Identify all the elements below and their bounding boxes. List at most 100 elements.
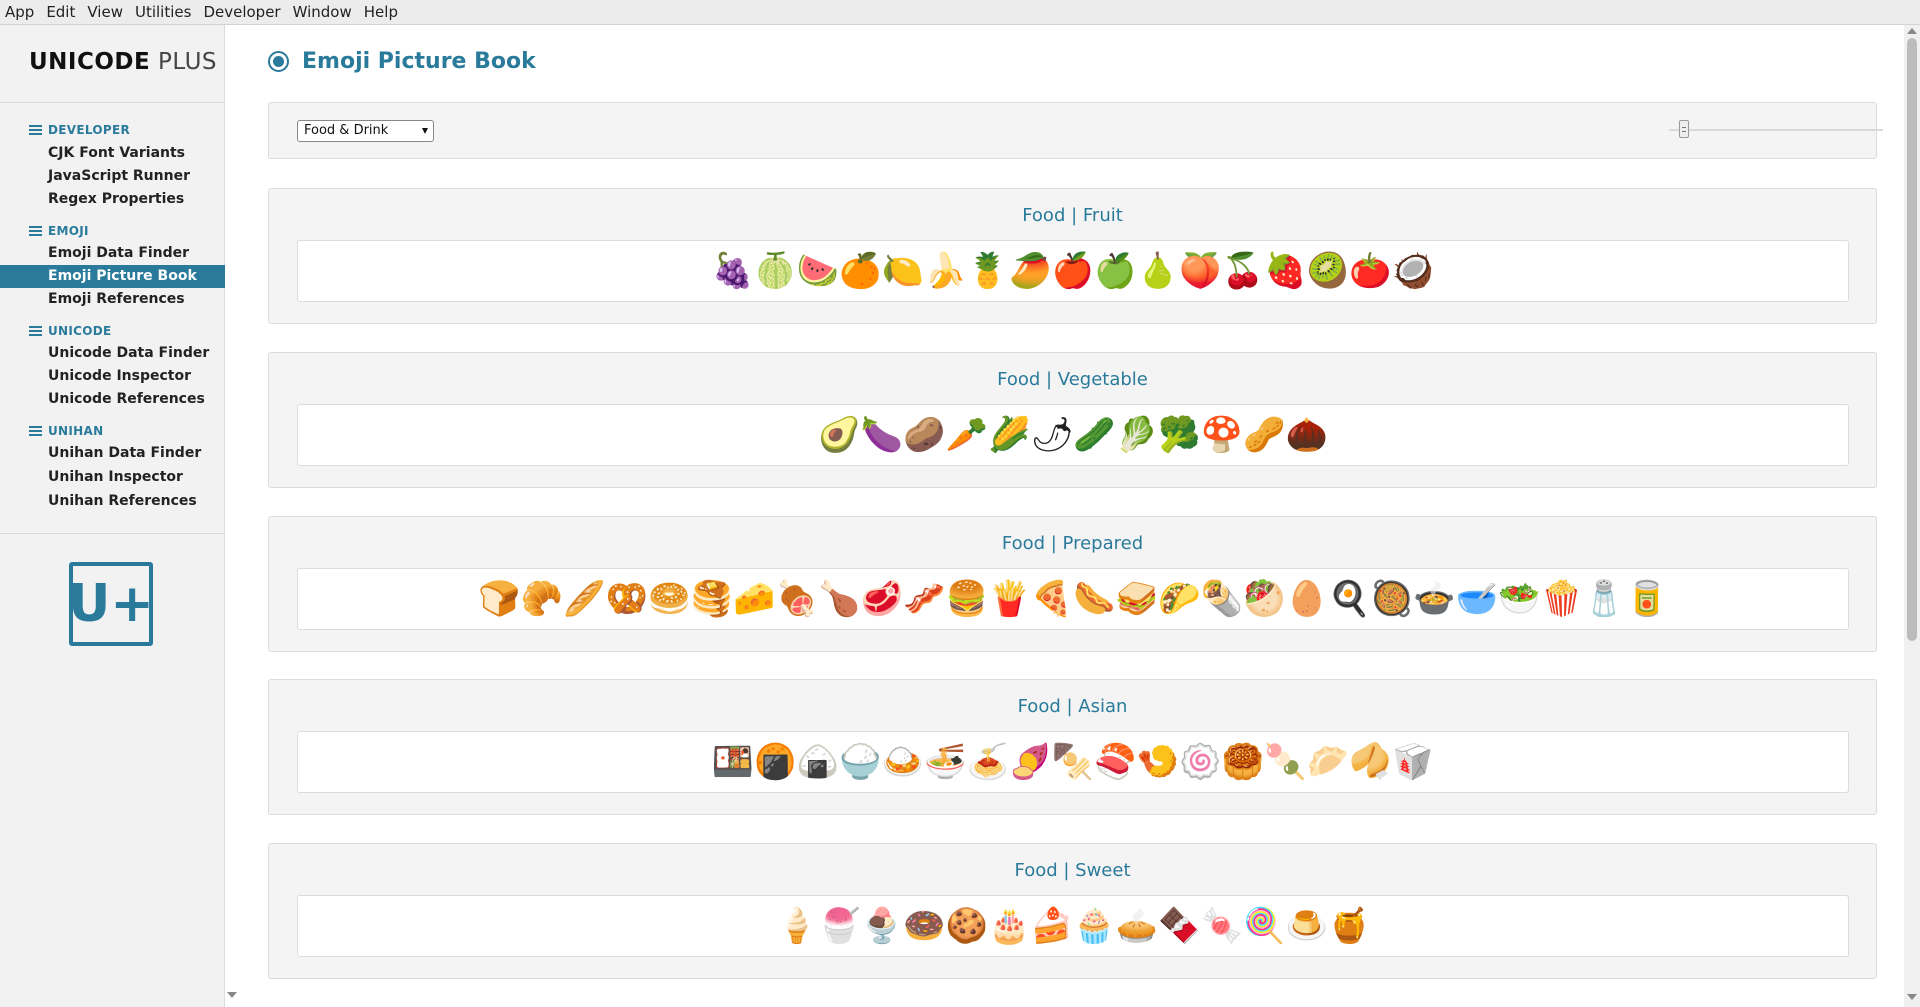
emoji-item[interactable]: 🍘: [754, 742, 797, 782]
emoji-item[interactable]: 🥦: [1158, 415, 1201, 455]
section-emoji[interactable]: EMOJI: [29, 223, 89, 239]
sidebar-item-javascript-runner[interactable]: JavaScript Runner: [0, 165, 225, 188]
emoji-item[interactable]: 🍑: [1179, 251, 1222, 291]
emoji-item[interactable]: 🥘: [1371, 579, 1414, 619]
emoji-item[interactable]: 🍅: [1349, 251, 1392, 291]
emoji-item[interactable]: 🥥: [1392, 251, 1435, 291]
emoji-item[interactable]: 🍿: [1541, 579, 1584, 619]
emoji-item[interactable]: 🥞: [691, 579, 734, 619]
sidebar-item-unihan-references[interactable]: Unihan References: [0, 490, 225, 513]
emoji-item[interactable]: 🍋: [882, 251, 925, 291]
emoji-item[interactable]: 🍟: [988, 579, 1031, 619]
emoji-item[interactable]: 🌰: [1286, 415, 1329, 455]
emoji-item[interactable]: 🍕: [1031, 579, 1074, 619]
emoji-item[interactable]: 🎂: [988, 906, 1031, 946]
emoji-item[interactable]: 🌽: [988, 415, 1031, 455]
sidebar-item-cjk-font-variants[interactable]: CJK Font Variants: [0, 142, 225, 165]
section-unicode[interactable]: UNICODE: [29, 323, 112, 339]
emoji-item[interactable]: 🥒: [1073, 415, 1116, 455]
emoji-item[interactable]: 🥕: [946, 415, 989, 455]
emoji-item[interactable]: 🥙: [1243, 579, 1286, 619]
emoji-item[interactable]: 🍚: [839, 742, 882, 782]
emoji-item[interactable]: 🍐: [1137, 251, 1180, 291]
emoji-item[interactable]: 🍓: [1264, 251, 1307, 291]
emoji-item[interactable]: 🥯: [648, 579, 691, 619]
category-select[interactable]: Food & Drink: [297, 120, 434, 142]
emoji-item[interactable]: 🍜: [924, 742, 967, 782]
emoji-item[interactable]: 🍨: [861, 906, 904, 946]
emoji-item[interactable]: 🥗: [1498, 579, 1541, 619]
emoji-item[interactable]: 🍒: [1222, 251, 1265, 291]
emoji-item[interactable]: 🍦: [776, 906, 819, 946]
menu-utilities[interactable]: Utilities: [129, 0, 197, 25]
emoji-item[interactable]: 🧁: [1073, 906, 1116, 946]
emoji-item[interactable]: 🍡: [1264, 742, 1307, 782]
sidebar-item-unicode-inspector[interactable]: Unicode Inspector: [0, 365, 225, 388]
main-scrollbar[interactable]: [1904, 25, 1920, 1007]
slider-thumb[interactable]: [1679, 120, 1690, 138]
emoji-item[interactable]: 🥚: [1286, 579, 1329, 619]
emoji-item[interactable]: 🥖: [563, 579, 606, 619]
emoji-item[interactable]: 🍳: [1328, 579, 1371, 619]
section-developer[interactable]: DEVELOPER: [29, 122, 130, 138]
emoji-item[interactable]: 🍄: [1201, 415, 1244, 455]
emoji-item[interactable]: 🥩: [861, 579, 904, 619]
emoji-item[interactable]: 🌶: [1031, 415, 1074, 455]
emoji-item[interactable]: 🥪: [1116, 579, 1159, 619]
emoji-item[interactable]: 🍛: [882, 742, 925, 782]
emoji-item[interactable]: 🥠: [1349, 742, 1392, 782]
emoji-item[interactable]: 🌯: [1201, 579, 1244, 619]
emoji-item[interactable]: 🥧: [1116, 906, 1159, 946]
emoji-item[interactable]: 🍈: [754, 251, 797, 291]
emoji-item[interactable]: 🍬: [1201, 906, 1244, 946]
menu-edit[interactable]: Edit: [40, 0, 81, 25]
emoji-item[interactable]: 🍯: [1328, 906, 1371, 946]
emoji-item[interactable]: 🍙: [797, 742, 840, 782]
section-unihan[interactable]: UNIHAN: [29, 423, 103, 439]
emoji-item[interactable]: 🍇: [712, 251, 755, 291]
emoji-item[interactable]: 🍤: [1137, 742, 1180, 782]
emoji-item[interactable]: 🥑: [818, 415, 861, 455]
scroll-up-icon[interactable]: [1907, 28, 1917, 34]
emoji-item[interactable]: 🧂: [1583, 579, 1626, 619]
emoji-item[interactable]: 🌭: [1073, 579, 1116, 619]
emoji-item[interactable]: 🥔: [903, 415, 946, 455]
emoji-item[interactable]: 🍊: [839, 251, 882, 291]
emoji-item[interactable]: 🍩: [903, 906, 946, 946]
emoji-item[interactable]: 🥓: [903, 579, 946, 619]
sidebar-item-emoji-references[interactable]: Emoji References: [0, 288, 225, 311]
emoji-item[interactable]: 🍉: [797, 251, 840, 291]
emoji-item[interactable]: 🍱: [712, 742, 755, 782]
emoji-item[interactable]: 🧀: [733, 579, 776, 619]
emoji-item[interactable]: 🍧: [818, 906, 861, 946]
sidebar-item-unihan-data-finder[interactable]: Unihan Data Finder: [0, 442, 225, 465]
emoji-item[interactable]: 🥣: [1456, 579, 1499, 619]
emoji-item[interactable]: 🍢: [1052, 742, 1095, 782]
emoji-item[interactable]: 🥐: [521, 579, 564, 619]
emoji-item[interactable]: 🥝: [1307, 251, 1350, 291]
sidebar-item-unicode-data-finder[interactable]: Unicode Data Finder: [0, 342, 225, 365]
sidebar-item-emoji-picture-book[interactable]: Emoji Picture Book: [0, 265, 225, 288]
emoji-item[interactable]: 🍏: [1094, 251, 1137, 291]
sidebar-item-emoji-data-finder[interactable]: Emoji Data Finder: [0, 242, 225, 265]
sidebar-item-regex-properties[interactable]: Regex Properties: [0, 188, 225, 211]
emoji-item[interactable]: 🍖: [776, 579, 819, 619]
emoji-item[interactable]: 🍔: [946, 579, 989, 619]
menu-app[interactable]: App: [0, 0, 40, 25]
emoji-item[interactable]: 🥟: [1307, 742, 1350, 782]
emoji-item[interactable]: 🍣: [1094, 742, 1137, 782]
emoji-item[interactable]: 🥫: [1626, 579, 1669, 619]
sidebar-item-unihan-inspector[interactable]: Unihan Inspector: [0, 466, 225, 489]
emoji-item[interactable]: 🥡: [1392, 742, 1435, 782]
emoji-item[interactable]: 🍆: [861, 415, 904, 455]
emoji-item[interactable]: 🍮: [1286, 906, 1329, 946]
emoji-item[interactable]: 🍠: [1009, 742, 1052, 782]
menu-help[interactable]: Help: [358, 0, 404, 25]
emoji-item[interactable]: 🍍: [967, 251, 1010, 291]
scrollbar-thumb[interactable]: [1907, 38, 1917, 641]
emoji-item[interactable]: 🥬: [1116, 415, 1159, 455]
emoji-item[interactable]: 🍲: [1413, 579, 1456, 619]
emoji-item[interactable]: 🍭: [1243, 906, 1286, 946]
emoji-item[interactable]: 🍎: [1052, 251, 1095, 291]
emoji-item[interactable]: 🥭: [1009, 251, 1052, 291]
